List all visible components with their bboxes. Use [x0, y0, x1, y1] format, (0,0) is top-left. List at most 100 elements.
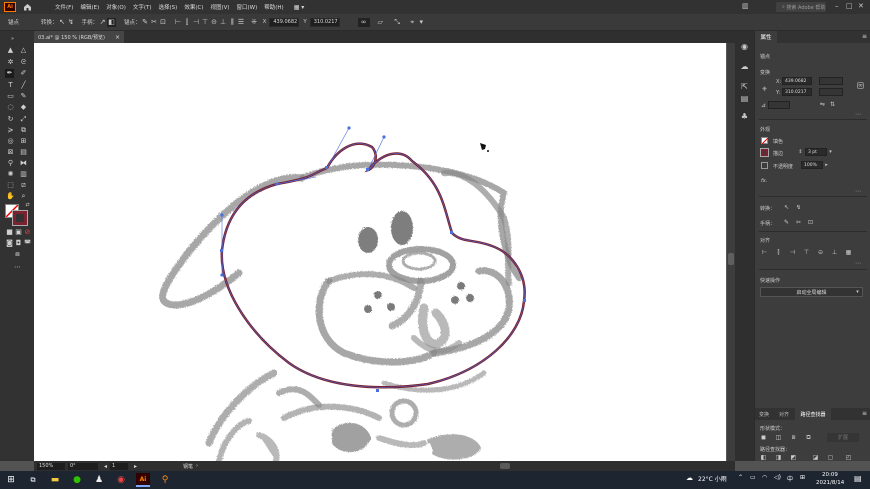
menu-effect[interactable]: 效果(C) — [184, 3, 203, 11]
panel-align-hcenter-icon[interactable]: ⫿ — [775, 249, 782, 256]
artboard-number-input[interactable]: 1 — [110, 462, 129, 470]
hand-tool-icon[interactable]: ✋ — [6, 192, 15, 201]
convert-smooth-icon[interactable]: ↯ — [67, 18, 76, 27]
collapse-toolbar-icon[interactable]: » — [8, 35, 17, 44]
type-tool-icon[interactable]: T — [6, 81, 15, 90]
document-tab[interactable]: 03.ai* @ 150 % (RGB/预览) × — [34, 31, 124, 43]
start-global-edit-button[interactable]: 启动全局编辑 — [760, 287, 863, 297]
start-menu-icon[interactable]: ⊞ — [4, 473, 18, 487]
search-app-icon[interactable]: ⚲ — [158, 473, 172, 487]
menu-help[interactable]: 帮助(H) — [264, 3, 283, 11]
expand-button[interactable]: 扩展 — [827, 433, 859, 442]
stroke-dropdown-icon[interactable]: ▾ — [827, 149, 834, 156]
color-mode-icon[interactable]: ■ — [5, 228, 14, 237]
distribute-v-icon[interactable]: ☰ — [237, 18, 246, 27]
stroke-stepper-icon[interactable]: ⇕ — [797, 149, 804, 156]
draw-normal-icon[interactable]: ◙ — [5, 239, 14, 248]
panel-align-vcenter-icon[interactable]: ⊝ — [817, 249, 824, 256]
prev-artboard-icon[interactable]: ◂ — [104, 463, 107, 470]
align-more-icon[interactable]: ⋯ — [855, 260, 861, 267]
align-hcenter-icon[interactable]: ⫿ — [183, 18, 192, 27]
column-graph-tool-icon[interactable]: ▥ — [19, 170, 28, 179]
shape-builder-tool-icon[interactable]: ◎ — [6, 137, 15, 146]
cut-path-icon[interactable]: ✂ — [150, 18, 159, 27]
draw-inside-icon[interactable]: ◚ — [23, 239, 32, 248]
draw-behind-icon[interactable]: ◘ — [14, 239, 23, 248]
panel-remove-anchor-icon[interactable]: ✎ — [783, 219, 790, 226]
free-transform-tool-icon[interactable]: ⧉ — [19, 126, 28, 135]
arrange-menu-icon[interactable]: ▾ — [417, 18, 426, 27]
status-menu-icon[interactable]: › — [196, 463, 198, 469]
panel-fill-swatch[interactable] — [761, 137, 769, 145]
rotation-input[interactable]: 0° — [68, 462, 98, 470]
next-artboard-icon[interactable]: ▸ — [134, 463, 137, 470]
control-y-input[interactable]: 310.0217 — [309, 17, 340, 27]
search-help-input[interactable]: ⌕ 搜索 Adobe 帮助 — [776, 2, 826, 12]
learn-panel-icon[interactable]: ◉ — [739, 41, 750, 52]
panel-isolate-icon[interactable]: ⊡ — [807, 219, 814, 226]
menu-type[interactable]: 文字(T) — [133, 3, 152, 11]
maximize-icon[interactable]: □ — [846, 2, 853, 10]
gradient-mode-icon[interactable]: ▣ — [14, 228, 23, 237]
mesh-tool-icon[interactable]: ⊠ — [6, 148, 15, 157]
selection-tool-icon[interactable]: ▲ — [6, 46, 15, 55]
panel-convert-corner-icon[interactable]: ↖ — [783, 204, 790, 211]
outline-icon[interactable]: ▢ — [827, 454, 834, 461]
panel-x-input[interactable]: 439.0682 — [782, 77, 812, 85]
illustrator-taskbar-icon[interactable]: Ai — [136, 473, 150, 487]
distribute-icon[interactable]: ⫼ — [228, 18, 237, 27]
eraser-tool-icon[interactable]: ◆ — [19, 103, 28, 112]
task-view-icon[interactable]: ⧉ — [26, 473, 40, 487]
workspace-switcher-icon[interactable]: ▦ ▾ — [294, 4, 305, 11]
panel-stroke-swatch[interactable] — [760, 148, 769, 157]
close-window-icon[interactable]: ✕ — [858, 2, 864, 10]
line-tool-icon[interactable]: ╱ — [19, 81, 28, 90]
bezier-handles[interactable] — [221, 127, 385, 275]
menu-window[interactable]: 窗口(W) — [237, 3, 258, 11]
hide-handles-icon[interactable]: ◧ — [107, 17, 117, 27]
panel-opacity-input[interactable]: 100% — [801, 161, 823, 169]
minus-front-icon[interactable]: ◫ — [775, 434, 782, 441]
trim-icon[interactable]: ◨ — [775, 454, 782, 461]
align-vcenter-icon[interactable]: ⊝ — [210, 18, 219, 27]
rectangle-tool-icon[interactable]: ▭ — [6, 92, 15, 101]
chrome-icon[interactable]: ◉ — [114, 473, 128, 487]
wechat-icon[interactable]: ● — [70, 473, 84, 487]
lower-panel-menu-icon[interactable]: ≡ — [862, 410, 867, 417]
export-panel-icon[interactable]: ⇱ — [739, 81, 750, 92]
slice-tool-icon[interactable]: ⧄ — [19, 181, 28, 190]
swap-fill-stroke-icon[interactable]: ⇄ — [23, 201, 32, 210]
align-top-icon[interactable]: ⊤ — [201, 18, 210, 27]
libraries-panel-icon[interactable]: ☁ — [739, 61, 750, 72]
edit-toolbar-icon[interactable]: ⋯ — [13, 263, 22, 272]
menu-select[interactable]: 选择(S) — [159, 3, 178, 11]
curvature-tool-icon[interactable]: ✐ — [19, 69, 28, 78]
input-mode-icon[interactable]: ⊞ — [800, 474, 805, 481]
file-explorer-icon[interactable]: ▬ — [48, 473, 62, 487]
unite-icon[interactable]: ◼ — [760, 434, 767, 441]
gradient-tool-icon[interactable]: ▤ — [19, 148, 28, 157]
panel-convert-smooth-icon[interactable]: ↯ — [795, 204, 802, 211]
panel-menu-icon[interactable]: ≡ — [862, 33, 867, 40]
opacity-dropdown-icon[interactable]: ▸ — [823, 162, 830, 169]
magic-wand-tool-icon[interactable]: ✲ — [6, 58, 15, 67]
reference-point-grid-icon[interactable]: ⁜ — [761, 86, 768, 93]
arrange-documents-icon[interactable]: ▥ — [742, 2, 749, 10]
align-right-icon[interactable]: ⊣ — [192, 18, 201, 27]
artboards-panel-icon[interactable]: ▤ — [739, 93, 750, 104]
exclude-icon[interactable]: ⧉ — [805, 434, 812, 441]
global-edit-dropdown-icon[interactable]: ▾ — [854, 289, 861, 296]
panel-cut-path-icon[interactable]: ✂ — [795, 219, 802, 226]
control-x-input[interactable]: 439.0682 — [269, 17, 300, 27]
link-icon[interactable]: ∞ — [357, 17, 370, 27]
tab-pathfinder[interactable]: 路径查找器 — [795, 408, 831, 420]
blend-tool-icon[interactable]: ⧓ — [19, 159, 28, 168]
selected-path[interactable] — [220, 126, 526, 392]
transform-icon[interactable]: ⤡ — [393, 18, 402, 27]
paintbrush-tool-icon[interactable]: ✎ — [19, 92, 28, 101]
network-icon[interactable]: ▭ — [750, 474, 756, 481]
clock-time[interactable]: 20:09 — [822, 472, 838, 478]
shaper-tool-icon[interactable]: ◌ — [6, 103, 15, 112]
appearance-more-icon[interactable]: ⋯ — [855, 188, 861, 195]
zoom-input[interactable]: 150% — [37, 462, 65, 470]
